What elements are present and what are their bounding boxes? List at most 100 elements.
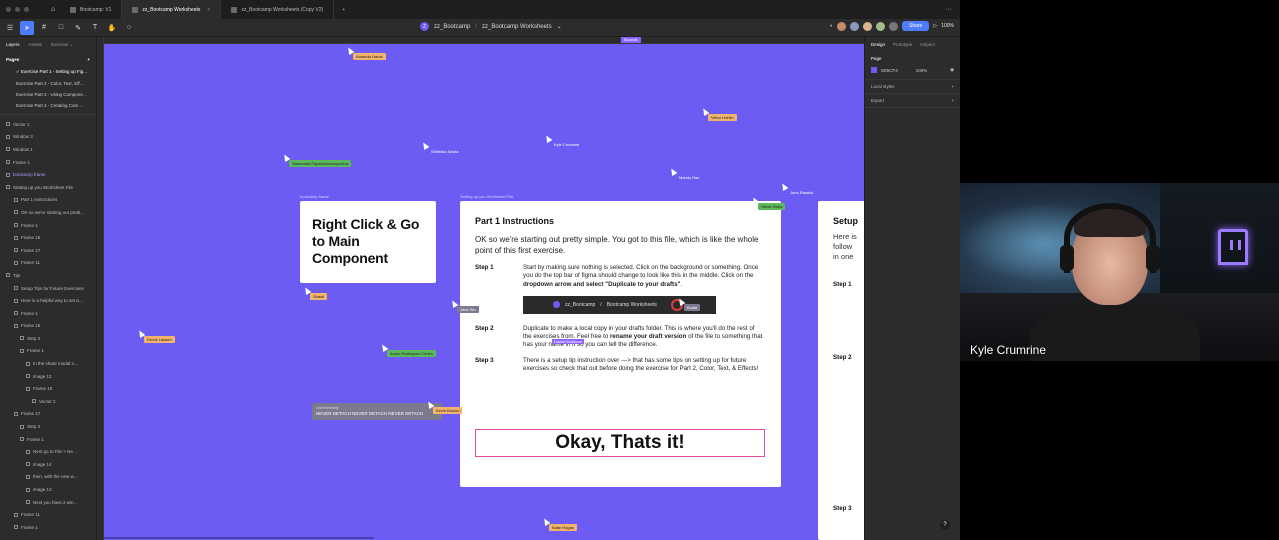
tab-layers[interactable]: Layers: [6, 42, 20, 48]
layer-item[interactable]: Next you have 2 win…: [0, 496, 96, 509]
frame-label-bootcamp[interactable]: bootcamp frame: [300, 194, 329, 199]
local-styles-section[interactable]: Local styles +: [865, 80, 960, 94]
layer-item[interactable]: Frame 11: [0, 257, 96, 270]
help-icon[interactable]: ?: [940, 520, 950, 530]
twitch-logo-icon: [1218, 229, 1248, 265]
avatar[interactable]: [850, 21, 859, 31]
tab-prototype[interactable]: Prototype: [893, 42, 912, 47]
bg-opacity[interactable]: 100%: [916, 68, 928, 73]
file-title[interactable]: Z zz_Bootcamp / zz_Bootcamp Worksheets ⌄: [420, 22, 562, 31]
shape-tool-icon[interactable]: □: [54, 21, 68, 35]
selection-bounds-badge: Bounds: [621, 37, 641, 43]
layer-item[interactable]: In the share modal s…: [0, 357, 96, 370]
frame-part1-instructions[interactable]: Part 1 Instructions OK so we're starting…: [460, 201, 781, 487]
eye-icon[interactable]: ◉: [950, 67, 954, 73]
layer-item[interactable]: Frame 1: [0, 521, 96, 534]
layer-item[interactable]: Frame 1: [0, 433, 96, 446]
layer-item[interactable]: Setting up you Worksheet File: [0, 181, 96, 194]
layer-type-icon: [26, 474, 30, 479]
comment-tool-icon[interactable]: ○: [122, 21, 136, 35]
page-item[interactable]: Exercise Part 4 - Creating Com…: [0, 100, 96, 111]
layer-item[interactable]: Setup Tips for Future Exercises: [0, 282, 96, 295]
setup-step-label: Step 3: [833, 505, 852, 512]
main-menu-icon[interactable]: ☰: [3, 21, 17, 35]
layer-item[interactable]: Window 1: [0, 143, 96, 156]
horizontal-scrollbar[interactable]: [104, 537, 374, 539]
layer-item[interactable]: image 13: [0, 483, 96, 496]
frame-label-setup[interactable]: Setting up you Worksheet File: [460, 194, 513, 199]
layer-item[interactable]: OK so we're starting out pretti…: [0, 206, 96, 219]
move-tool-icon[interactable]: ➤: [20, 20, 34, 35]
bg-hex[interactable]: 6D5CF4: [881, 68, 898, 73]
more-icon[interactable]: ···: [945, 6, 952, 13]
avatar[interactable]: [863, 21, 872, 31]
page-item[interactable]: ✓ Exercise Part 1 - Setting up Fig…: [0, 66, 96, 78]
headphones-icon[interactable]: ◐: [830, 23, 833, 29]
export-section[interactable]: Export +: [865, 94, 960, 108]
layer-item[interactable]: Vector 2: [0, 395, 96, 408]
close-icon[interactable]: ×: [207, 7, 210, 13]
layer-item[interactable]: Tip!: [0, 269, 96, 282]
pen-tool-icon[interactable]: ✎: [71, 21, 85, 35]
avatar[interactable]: [837, 21, 846, 31]
frame-right-click[interactable]: Right Click & Go to Main Component: [300, 201, 436, 283]
zoom-level[interactable]: 100%: [941, 23, 954, 29]
layer-item[interactable]: image 14: [0, 458, 96, 471]
add-icon[interactable]: +: [951, 98, 954, 103]
canvas[interactable]: bootcamp frame Right Click & Go to Main …: [104, 44, 864, 540]
home-icon[interactable]: ⌂: [46, 3, 60, 17]
layer-item[interactable]: Frame 1: [0, 345, 96, 358]
avatar[interactable]: [889, 21, 898, 31]
tab-design[interactable]: Design: [871, 42, 885, 47]
page-item[interactable]: Exercise Part 2 - Color, Text, Eff…: [0, 78, 96, 89]
layer-item[interactable]: Frame 17: [0, 244, 96, 257]
team-name[interactable]: zz_Bootcamp: [434, 24, 470, 30]
layer-item[interactable]: Frame 17: [0, 408, 96, 421]
layer-type-icon: [14, 210, 18, 215]
layer-type-icon: [6, 134, 10, 139]
layer-item[interactable]: Frame 15: [0, 231, 96, 244]
tab-bootcamp-v1[interactable]: Bootcamp: V1: [60, 0, 123, 19]
layer-item[interactable]: Here is a helpful way to set a…: [0, 294, 96, 307]
layer-item[interactable]: Frame 1: [0, 307, 96, 320]
hand-tool-icon[interactable]: ✋: [105, 21, 119, 35]
layer-item[interactable]: Frame 1: [0, 156, 96, 169]
close-dot[interactable]: [6, 7, 11, 12]
text-tool-icon[interactable]: T: [88, 21, 102, 35]
layer-item[interactable]: Frame 1: [0, 219, 96, 232]
layer-item[interactable]: then, with the new w…: [0, 471, 96, 484]
chevron-down-icon[interactable]: ⌄: [557, 23, 562, 30]
share-button[interactable]: Share: [902, 21, 930, 31]
layer-item[interactable]: image 13: [0, 370, 96, 383]
maximize-dot[interactable]: [24, 7, 29, 12]
page-background-row[interactable]: 6D5CF4 100% ◉: [865, 65, 960, 80]
layer-item[interactable]: Window 3: [0, 131, 96, 144]
file-name[interactable]: zz_Bootcamp Worksheets: [482, 24, 552, 30]
frame-tool-icon[interactable]: #: [37, 21, 51, 35]
color-swatch[interactable]: [871, 67, 877, 73]
tab-worksheets[interactable]: zz_Bootcamp Worksheets ×: [122, 0, 222, 19]
new-tab-button[interactable]: +: [334, 7, 353, 13]
headset: [1064, 203, 1156, 273]
layer-item[interactable]: Step 3: [0, 420, 96, 433]
layer-item[interactable]: Next go to File > Ne…: [0, 445, 96, 458]
add-page-icon[interactable]: +: [87, 57, 90, 62]
minimize-dot[interactable]: [15, 7, 20, 12]
tab-assets[interactable]: Assets: [29, 42, 43, 48]
cursor-name-tag: Viktor Hoblin: [708, 114, 737, 121]
layer-item[interactable]: Frame 15: [0, 320, 96, 333]
layer-item[interactable]: Vector 1: [0, 118, 96, 131]
play-icon[interactable]: ▷: [933, 23, 937, 29]
tab-worksheets-copy[interactable]: zz_Bootcamp Worksheets (Copy V2): [221, 0, 335, 19]
layer-item[interactable]: Frame 16: [0, 382, 96, 395]
layer-item[interactable]: Step 3: [0, 332, 96, 345]
page-dropdown[interactable]: Exercise ⌄: [51, 42, 73, 48]
tab-inspect[interactable]: Inspect: [920, 42, 935, 47]
layer-item[interactable]: Part 1 Instructions: [0, 194, 96, 207]
avatar[interactable]: [876, 21, 885, 31]
page-item[interactable]: Exercise Part 3 - Using Compone…: [0, 89, 96, 100]
layer-item[interactable]: Frame 11: [0, 508, 96, 521]
layer-item[interactable]: bootcamp frame: [0, 168, 96, 181]
frame-setup-tips[interactable]: Setup Here is follow in one Step 1 Step …: [818, 201, 864, 540]
add-icon[interactable]: +: [951, 84, 954, 89]
